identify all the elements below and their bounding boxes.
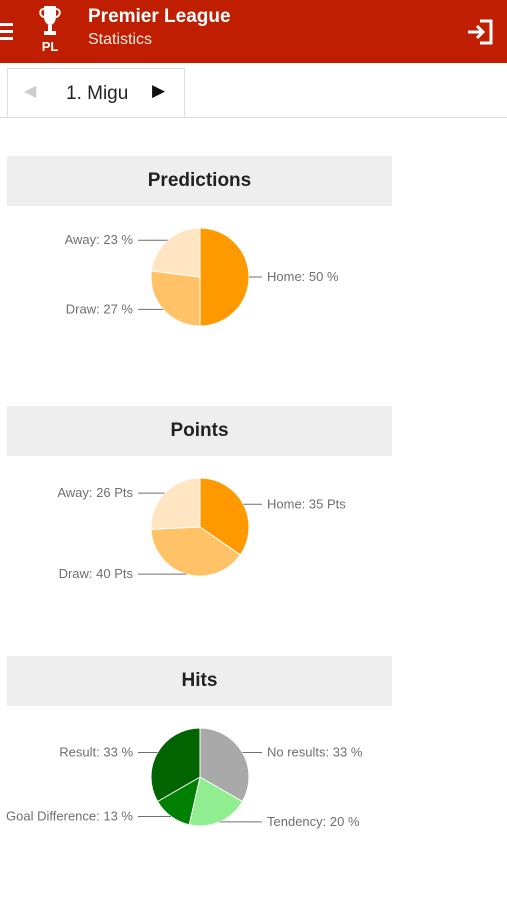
pie-slice-1-2 [150, 477, 201, 530]
pie-slice-label-2-2: Goal Difference: 13 % [6, 808, 133, 823]
predictions-pie-chart: Home: 50 % Draw: 27 % Away: 23 % [65, 227, 339, 327]
pie-slice-label-2-1: Tendency: 20 % [267, 814, 360, 829]
pie-slice-label-0-0: Home: 50 % [267, 269, 339, 284]
pie-slice-label-1-0: Home: 35 Pts [267, 496, 346, 511]
pie-slice-0-0 [199, 227, 250, 327]
tab-player[interactable]: ◀ 1. Migu ▶ [7, 68, 185, 117]
logo: PL [36, 4, 64, 56]
tab-label: 1. Migu [66, 83, 129, 104]
logo-text: PL [41, 39, 59, 54]
app-bar: PL Premier League Statistics [0, 0, 507, 63]
app-subtitle: Statistics [88, 31, 153, 48]
next-arrow-icon[interactable]: ▶ [152, 81, 165, 101]
pie-slice-label-1-1: Draw: 40 Pts [59, 566, 134, 581]
logout-icon[interactable] [466, 19, 494, 45]
prev-arrow-icon[interactable]: ◀ [24, 81, 36, 101]
points-pie-chart: Home: 35 Pts Draw: 40 Pts Away: 26 Pts [57, 477, 346, 581]
section-header-predictions: Predictions [7, 156, 392, 206]
pie-slice-label-2-3: Result: 33 % [59, 745, 133, 760]
hits-pie-chart: No results: 33 % Tendency: 20 % Goal Diffe… [6, 727, 363, 829]
pie-slice-label-1-2: Away: 26 Pts [57, 485, 133, 500]
pie-slice-label-0-2: Away: 23 % [65, 232, 134, 247]
section-header-hits: Hits [7, 656, 392, 706]
pie-slice-0-1 [150, 270, 201, 327]
app-title: Premier League [88, 6, 231, 27]
section-header-points: Points [7, 406, 392, 456]
tab-bar: ◀ 1. Migu ▶ [0, 63, 507, 118]
pie-slice-label-2-0: No results: 33 % [267, 745, 363, 760]
trophy-icon [39, 6, 61, 35]
menu-icon[interactable] [0, 21, 13, 41]
pie-slice-label-0-1: Draw: 27 % [66, 301, 134, 316]
pie-slice-0-2 [150, 227, 201, 278]
